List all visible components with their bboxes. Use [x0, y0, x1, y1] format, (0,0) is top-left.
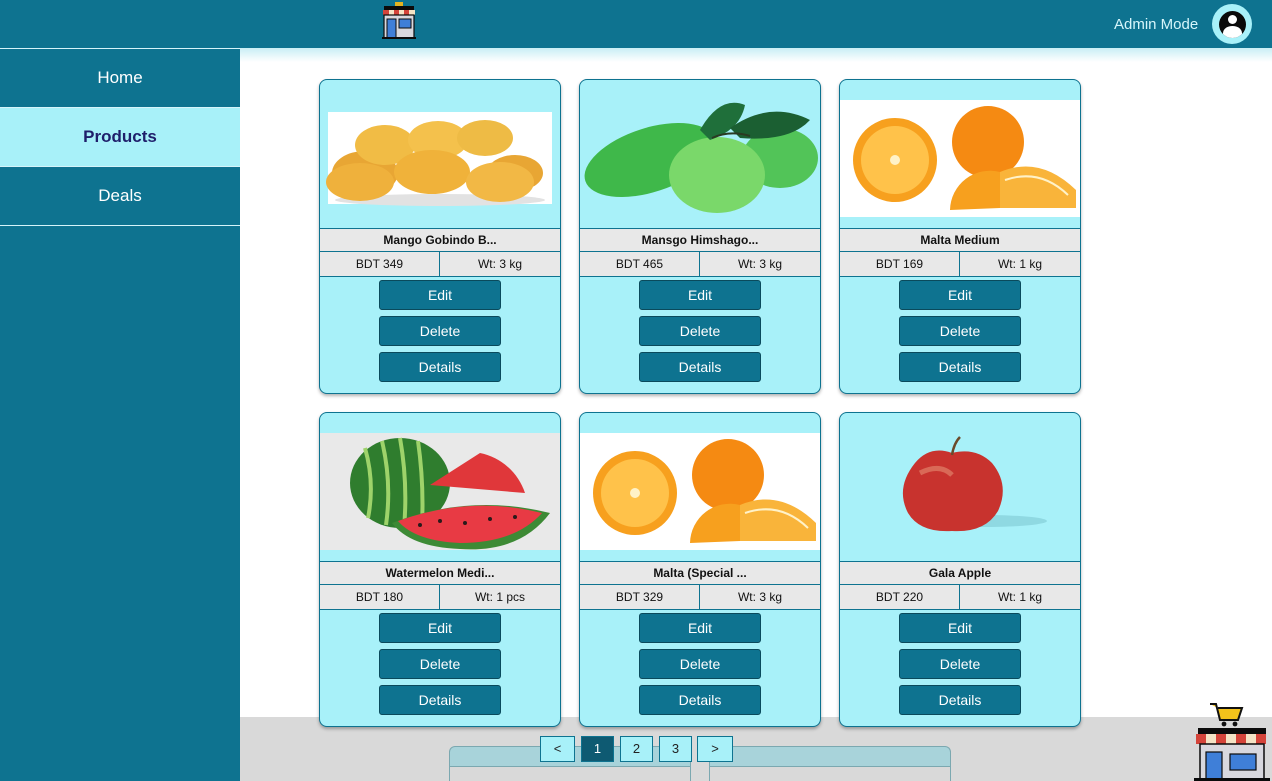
green-mangoes-image	[584, 102, 818, 213]
delete-button[interactable]: Delete	[899, 316, 1021, 346]
user-avatar-button[interactable]	[1212, 4, 1252, 44]
product-card: Gala Apple BDT 220 Wt: 1 kg Edit Delete …	[839, 412, 1081, 727]
sidebar-item-products[interactable]: Products	[0, 108, 240, 167]
delete-button[interactable]: Delete	[379, 649, 501, 679]
edit-button[interactable]: Edit	[379, 280, 501, 310]
admin-mode-label: Admin Mode	[1114, 16, 1199, 33]
top-bar: Admin Mode	[0, 0, 1272, 48]
details-button[interactable]: Details	[899, 685, 1021, 715]
store-cart-icon[interactable]	[1192, 700, 1270, 781]
product-info-row: BDT 465 Wt: 3 kg	[580, 252, 820, 277]
product-name: Malta Medium	[840, 228, 1080, 252]
product-image	[840, 413, 1080, 561]
details-button[interactable]: Details	[379, 685, 501, 715]
product-image	[320, 413, 560, 561]
product-card: Watermelon Medi... BDT 180 Wt: 1 pcs Edi…	[319, 412, 561, 727]
product-price: BDT 465	[580, 252, 700, 276]
product-weight: Wt: 1 pcs	[474, 590, 525, 604]
product-info-row: BDT 180 Wt: 1 pcs	[320, 585, 560, 610]
product-name: Malta (Special ...	[580, 561, 820, 585]
product-name: Gala Apple	[840, 561, 1080, 585]
product-weight: Wt: 3 kg	[477, 257, 522, 271]
sidebar: Home Products Deals	[0, 48, 240, 781]
yellow-mangoes-image	[326, 112, 552, 206]
sidebar-item-home[interactable]: Home	[0, 49, 240, 108]
product-info-row: BDT 169 Wt: 1 kg	[840, 252, 1080, 277]
details-button[interactable]: Details	[899, 352, 1021, 382]
edit-button[interactable]: Edit	[639, 613, 761, 643]
product-weight: Wt: 3 kg	[737, 257, 782, 271]
product-image	[580, 413, 820, 561]
product-card: Malta (Special ... BDT 329 Wt: 3 kg Edit…	[579, 412, 821, 727]
header-shadow	[240, 48, 1272, 62]
edit-button[interactable]: Edit	[379, 613, 501, 643]
product-info-row: BDT 220 Wt: 1 kg	[840, 585, 1080, 610]
delete-button[interactable]: Delete	[379, 316, 501, 346]
apple-image	[902, 436, 1047, 532]
next-page-button[interactable]: >	[697, 736, 733, 762]
product-image	[840, 80, 1080, 228]
edit-button[interactable]: Edit	[639, 280, 761, 310]
page-2-button[interactable]: 2	[620, 736, 653, 762]
product-card: Mansgo Himshago... BDT 465 Wt: 3 kg Edit…	[579, 79, 821, 394]
sidebar-item-deals[interactable]: Deals	[0, 167, 240, 226]
product-price: BDT 220	[840, 585, 960, 609]
product-name: Watermelon Medi...	[320, 561, 560, 585]
product-weight: Wt: 1 kg	[997, 590, 1042, 604]
product-weight: Wt: 3 kg	[737, 590, 782, 604]
product-weight: Wt: 1 kg	[997, 257, 1042, 271]
edit-button[interactable]: Edit	[899, 613, 1021, 643]
user-icon	[1218, 10, 1246, 38]
product-card: Mango Gobindo B... BDT 349 Wt: 3 kg Edit…	[319, 79, 561, 394]
product-info-row: BDT 329 Wt: 3 kg	[580, 585, 820, 610]
product-image	[320, 80, 560, 228]
watermelon-image	[320, 433, 560, 550]
oranges-image	[840, 100, 1080, 217]
details-button[interactable]: Details	[639, 352, 761, 382]
product-info-row: BDT 349 Wt: 3 kg	[320, 252, 560, 277]
product-price: BDT 349	[320, 252, 440, 276]
oranges-image	[580, 433, 820, 550]
product-name: Mango Gobindo B...	[320, 228, 560, 252]
product-card: Malta Medium BDT 169 Wt: 1 kg Edit Delet…	[839, 79, 1081, 394]
product-price: BDT 329	[580, 585, 700, 609]
delete-button[interactable]: Delete	[899, 649, 1021, 679]
edit-button[interactable]: Edit	[899, 280, 1021, 310]
delete-button[interactable]: Delete	[639, 316, 761, 346]
delete-button[interactable]: Delete	[639, 649, 761, 679]
product-name: Mansgo Himshago...	[580, 228, 820, 252]
details-button[interactable]: Details	[379, 352, 501, 382]
product-price: BDT 169	[840, 252, 960, 276]
footer-panel	[709, 746, 951, 781]
details-button[interactable]: Details	[639, 685, 761, 715]
product-price: BDT 180	[320, 585, 440, 609]
prev-page-button[interactable]: <	[540, 736, 575, 762]
page-3-button[interactable]: 3	[659, 736, 692, 762]
store-logo-icon[interactable]	[381, 2, 417, 40]
page-1-button[interactable]: 1	[581, 736, 614, 762]
product-image	[580, 80, 820, 228]
